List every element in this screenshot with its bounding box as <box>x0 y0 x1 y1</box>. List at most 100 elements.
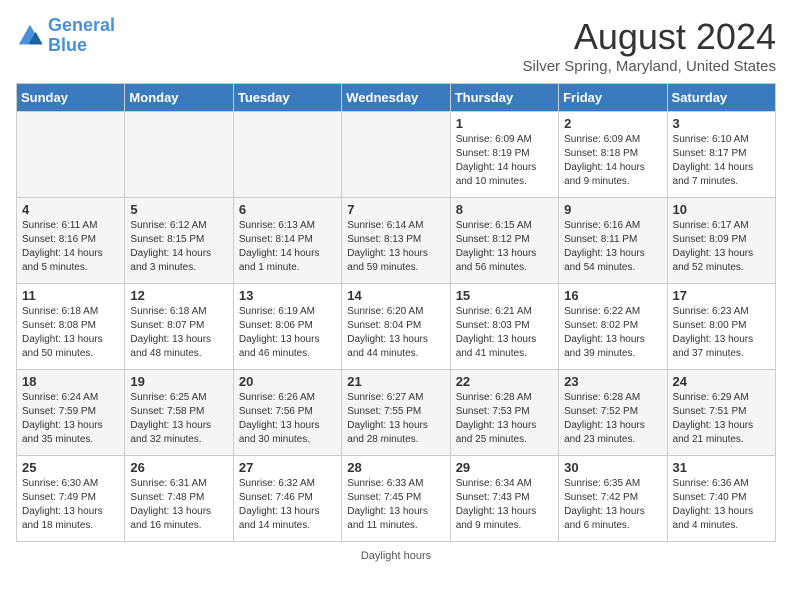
calendar-cell <box>342 112 450 198</box>
day-number: 5 <box>130 202 227 217</box>
calendar-cell: 6 Sunrise: 6:13 AM Sunset: 8:14 PM Daylig… <box>233 198 341 284</box>
day-info: Sunrise: 6:28 AM Sunset: 7:53 PM Dayligh… <box>456 391 553 447</box>
day-info: Sunrise: 6:34 AM Sunset: 7:43 PM Dayligh… <box>456 477 553 533</box>
day-number: 3 <box>673 116 770 131</box>
calendar-cell <box>17 112 125 198</box>
day-number: 11 <box>22 288 119 303</box>
day-info: Sunrise: 6:31 AM Sunset: 7:48 PM Dayligh… <box>130 477 227 533</box>
calendar-cell: 30 Sunrise: 6:35 AM Sunset: 7:42 PM Dayli… <box>559 456 667 542</box>
calendar-week-row: 18 Sunrise: 6:24 AM Sunset: 7:59 PM Dayli… <box>17 370 776 456</box>
day-number: 30 <box>564 460 661 475</box>
logo: General Blue <box>16 16 115 56</box>
weekday-header: Saturday <box>667 84 775 112</box>
day-number: 26 <box>130 460 227 475</box>
day-info: Sunrise: 6:18 AM Sunset: 8:07 PM Dayligh… <box>130 305 227 361</box>
day-number: 13 <box>239 288 336 303</box>
day-info: Sunrise: 6:33 AM Sunset: 7:45 PM Dayligh… <box>347 477 444 533</box>
calendar-cell <box>233 112 341 198</box>
day-info: Sunrise: 6:12 AM Sunset: 8:15 PM Dayligh… <box>130 219 227 275</box>
calendar-cell: 28Sunrise: 6:33 AM Sunset: 7:45 PM Dayli… <box>342 456 450 542</box>
day-info: Sunrise: 6:24 AM Sunset: 7:59 PM Dayligh… <box>22 391 119 447</box>
day-number: 2 <box>564 116 661 131</box>
day-number: 15 <box>456 288 553 303</box>
footer: Daylight hours <box>16 550 776 562</box>
weekday-header: Tuesday <box>233 84 341 112</box>
day-number: 1 <box>456 116 553 131</box>
weekday-header: Friday <box>559 84 667 112</box>
day-number: 10 <box>673 202 770 217</box>
day-info: Sunrise: 6:29 AM Sunset: 7:51 PM Dayligh… <box>673 391 770 447</box>
day-number: 21 <box>347 374 444 389</box>
day-info: Sunrise: 6:13 AM Sunset: 8:14 PM Dayligh… <box>239 219 336 275</box>
day-info: Sunrise: 6:30 AM Sunset: 7:49 PM Dayligh… <box>22 477 119 533</box>
day-number: 22 <box>456 374 553 389</box>
calendar-cell: 23Sunrise: 6:28 AM Sunset: 7:52 PM Dayli… <box>559 370 667 456</box>
day-number: 23 <box>564 374 661 389</box>
calendar-cell: 11 Sunrise: 6:18 AM Sunset: 8:08 PM Dayli… <box>17 284 125 370</box>
weekday-header: Wednesday <box>342 84 450 112</box>
day-number: 20 <box>239 374 336 389</box>
calendar-cell: 31Sunrise: 6:36 AM Sunset: 7:40 PM Dayli… <box>667 456 775 542</box>
calendar-cell: 7Sunrise: 6:14 AM Sunset: 8:13 PM Daylig… <box>342 198 450 284</box>
day-info: Sunrise: 6:19 AM Sunset: 8:06 PM Dayligh… <box>239 305 336 361</box>
weekday-header: Thursday <box>450 84 558 112</box>
day-info: Sunrise: 6:35 AM Sunset: 7:42 PM Dayligh… <box>564 477 661 533</box>
calendar-cell: 2 Sunrise: 6:09 AM Sunset: 8:18 PM Daylig… <box>559 112 667 198</box>
day-number: 8 <box>456 202 553 217</box>
logo-line1: General <box>48 15 115 35</box>
calendar-week-row: 1 Sunrise: 6:09 AM Sunset: 8:19 PM Daylig… <box>17 112 776 198</box>
calendar-cell <box>125 112 233 198</box>
calendar-cell: 21 Sunrise: 6:27 AM Sunset: 7:55 PM Dayli… <box>342 370 450 456</box>
day-info: Sunrise: 6:36 AM Sunset: 7:40 PM Dayligh… <box>673 477 770 533</box>
weekday-header: Monday <box>125 84 233 112</box>
logo-icon <box>16 22 44 50</box>
day-info: Sunrise: 6:27 AM Sunset: 7:55 PM Dayligh… <box>347 391 444 447</box>
calendar-cell: 22 Sunrise: 6:28 AM Sunset: 7:53 PM Dayli… <box>450 370 558 456</box>
calendar-cell: 10Sunrise: 6:17 AM Sunset: 8:09 PM Dayli… <box>667 198 775 284</box>
calendar-body: 1 Sunrise: 6:09 AM Sunset: 8:19 PM Daylig… <box>17 112 776 542</box>
weekday-header: Sunday <box>17 84 125 112</box>
day-number: 25 <box>22 460 119 475</box>
day-number: 9 <box>564 202 661 217</box>
calendar-cell: 26 Sunrise: 6:31 AM Sunset: 7:48 PM Dayli… <box>125 456 233 542</box>
day-info: Sunrise: 6:10 AM Sunset: 8:17 PM Dayligh… <box>673 133 770 189</box>
day-info: Sunrise: 6:15 AM Sunset: 8:12 PM Dayligh… <box>456 219 553 275</box>
calendar-cell: 15 Sunrise: 6:21 AM Sunset: 8:03 PM Dayli… <box>450 284 558 370</box>
day-info: Sunrise: 6:22 AM Sunset: 8:02 PM Dayligh… <box>564 305 661 361</box>
day-number: 12 <box>130 288 227 303</box>
calendar-cell: 24 Sunrise: 6:29 AM Sunset: 7:51 PM Dayli… <box>667 370 775 456</box>
day-info: Sunrise: 6:25 AM Sunset: 7:58 PM Dayligh… <box>130 391 227 447</box>
day-info: Sunrise: 6:21 AM Sunset: 8:03 PM Dayligh… <box>456 305 553 361</box>
calendar-cell: 4Sunrise: 6:11 AM Sunset: 8:16 PM Daylig… <box>17 198 125 284</box>
day-info: Sunrise: 6:09 AM Sunset: 8:19 PM Dayligh… <box>456 133 553 189</box>
day-number: 4 <box>22 202 119 217</box>
subtitle: Silver Spring, Maryland, United States <box>523 58 776 75</box>
main-title: August 2024 <box>523 16 776 58</box>
calendar-week-row: 25 Sunrise: 6:30 AM Sunset: 7:49 PM Dayli… <box>17 456 776 542</box>
day-info: Sunrise: 6:18 AM Sunset: 8:08 PM Dayligh… <box>22 305 119 361</box>
calendar-cell: 12 Sunrise: 6:18 AM Sunset: 8:07 PM Dayli… <box>125 284 233 370</box>
day-info: Sunrise: 6:09 AM Sunset: 8:18 PM Dayligh… <box>564 133 661 189</box>
day-number: 14 <box>347 288 444 303</box>
logo-line2: Blue <box>48 35 87 55</box>
title-block: August 2024 Silver Spring, Maryland, Uni… <box>523 16 776 75</box>
calendar-week-row: 4Sunrise: 6:11 AM Sunset: 8:16 PM Daylig… <box>17 198 776 284</box>
day-info: Sunrise: 6:32 AM Sunset: 7:46 PM Dayligh… <box>239 477 336 533</box>
page-header: General Blue August 2024 Silver Spring, … <box>16 16 776 75</box>
day-info: Sunrise: 6:14 AM Sunset: 8:13 PM Dayligh… <box>347 219 444 275</box>
calendar-cell: 25 Sunrise: 6:30 AM Sunset: 7:49 PM Dayli… <box>17 456 125 542</box>
day-number: 24 <box>673 374 770 389</box>
calendar-cell: 8 Sunrise: 6:15 AM Sunset: 8:12 PM Daylig… <box>450 198 558 284</box>
calendar-cell: 13 Sunrise: 6:19 AM Sunset: 8:06 PM Dayli… <box>233 284 341 370</box>
calendar-cell: 1 Sunrise: 6:09 AM Sunset: 8:19 PM Daylig… <box>450 112 558 198</box>
calendar-cell: 3 Sunrise: 6:10 AM Sunset: 8:17 PM Daylig… <box>667 112 775 198</box>
day-number: 19 <box>130 374 227 389</box>
calendar-cell: 20 Sunrise: 6:26 AM Sunset: 7:56 PM Dayli… <box>233 370 341 456</box>
day-number: 17 <box>673 288 770 303</box>
day-number: 27 <box>239 460 336 475</box>
calendar-week-row: 11 Sunrise: 6:18 AM Sunset: 8:08 PM Dayli… <box>17 284 776 370</box>
day-number: 18 <box>22 374 119 389</box>
calendar-cell: 5 Sunrise: 6:12 AM Sunset: 8:15 PM Daylig… <box>125 198 233 284</box>
day-info: Sunrise: 6:26 AM Sunset: 7:56 PM Dayligh… <box>239 391 336 447</box>
day-number: 6 <box>239 202 336 217</box>
